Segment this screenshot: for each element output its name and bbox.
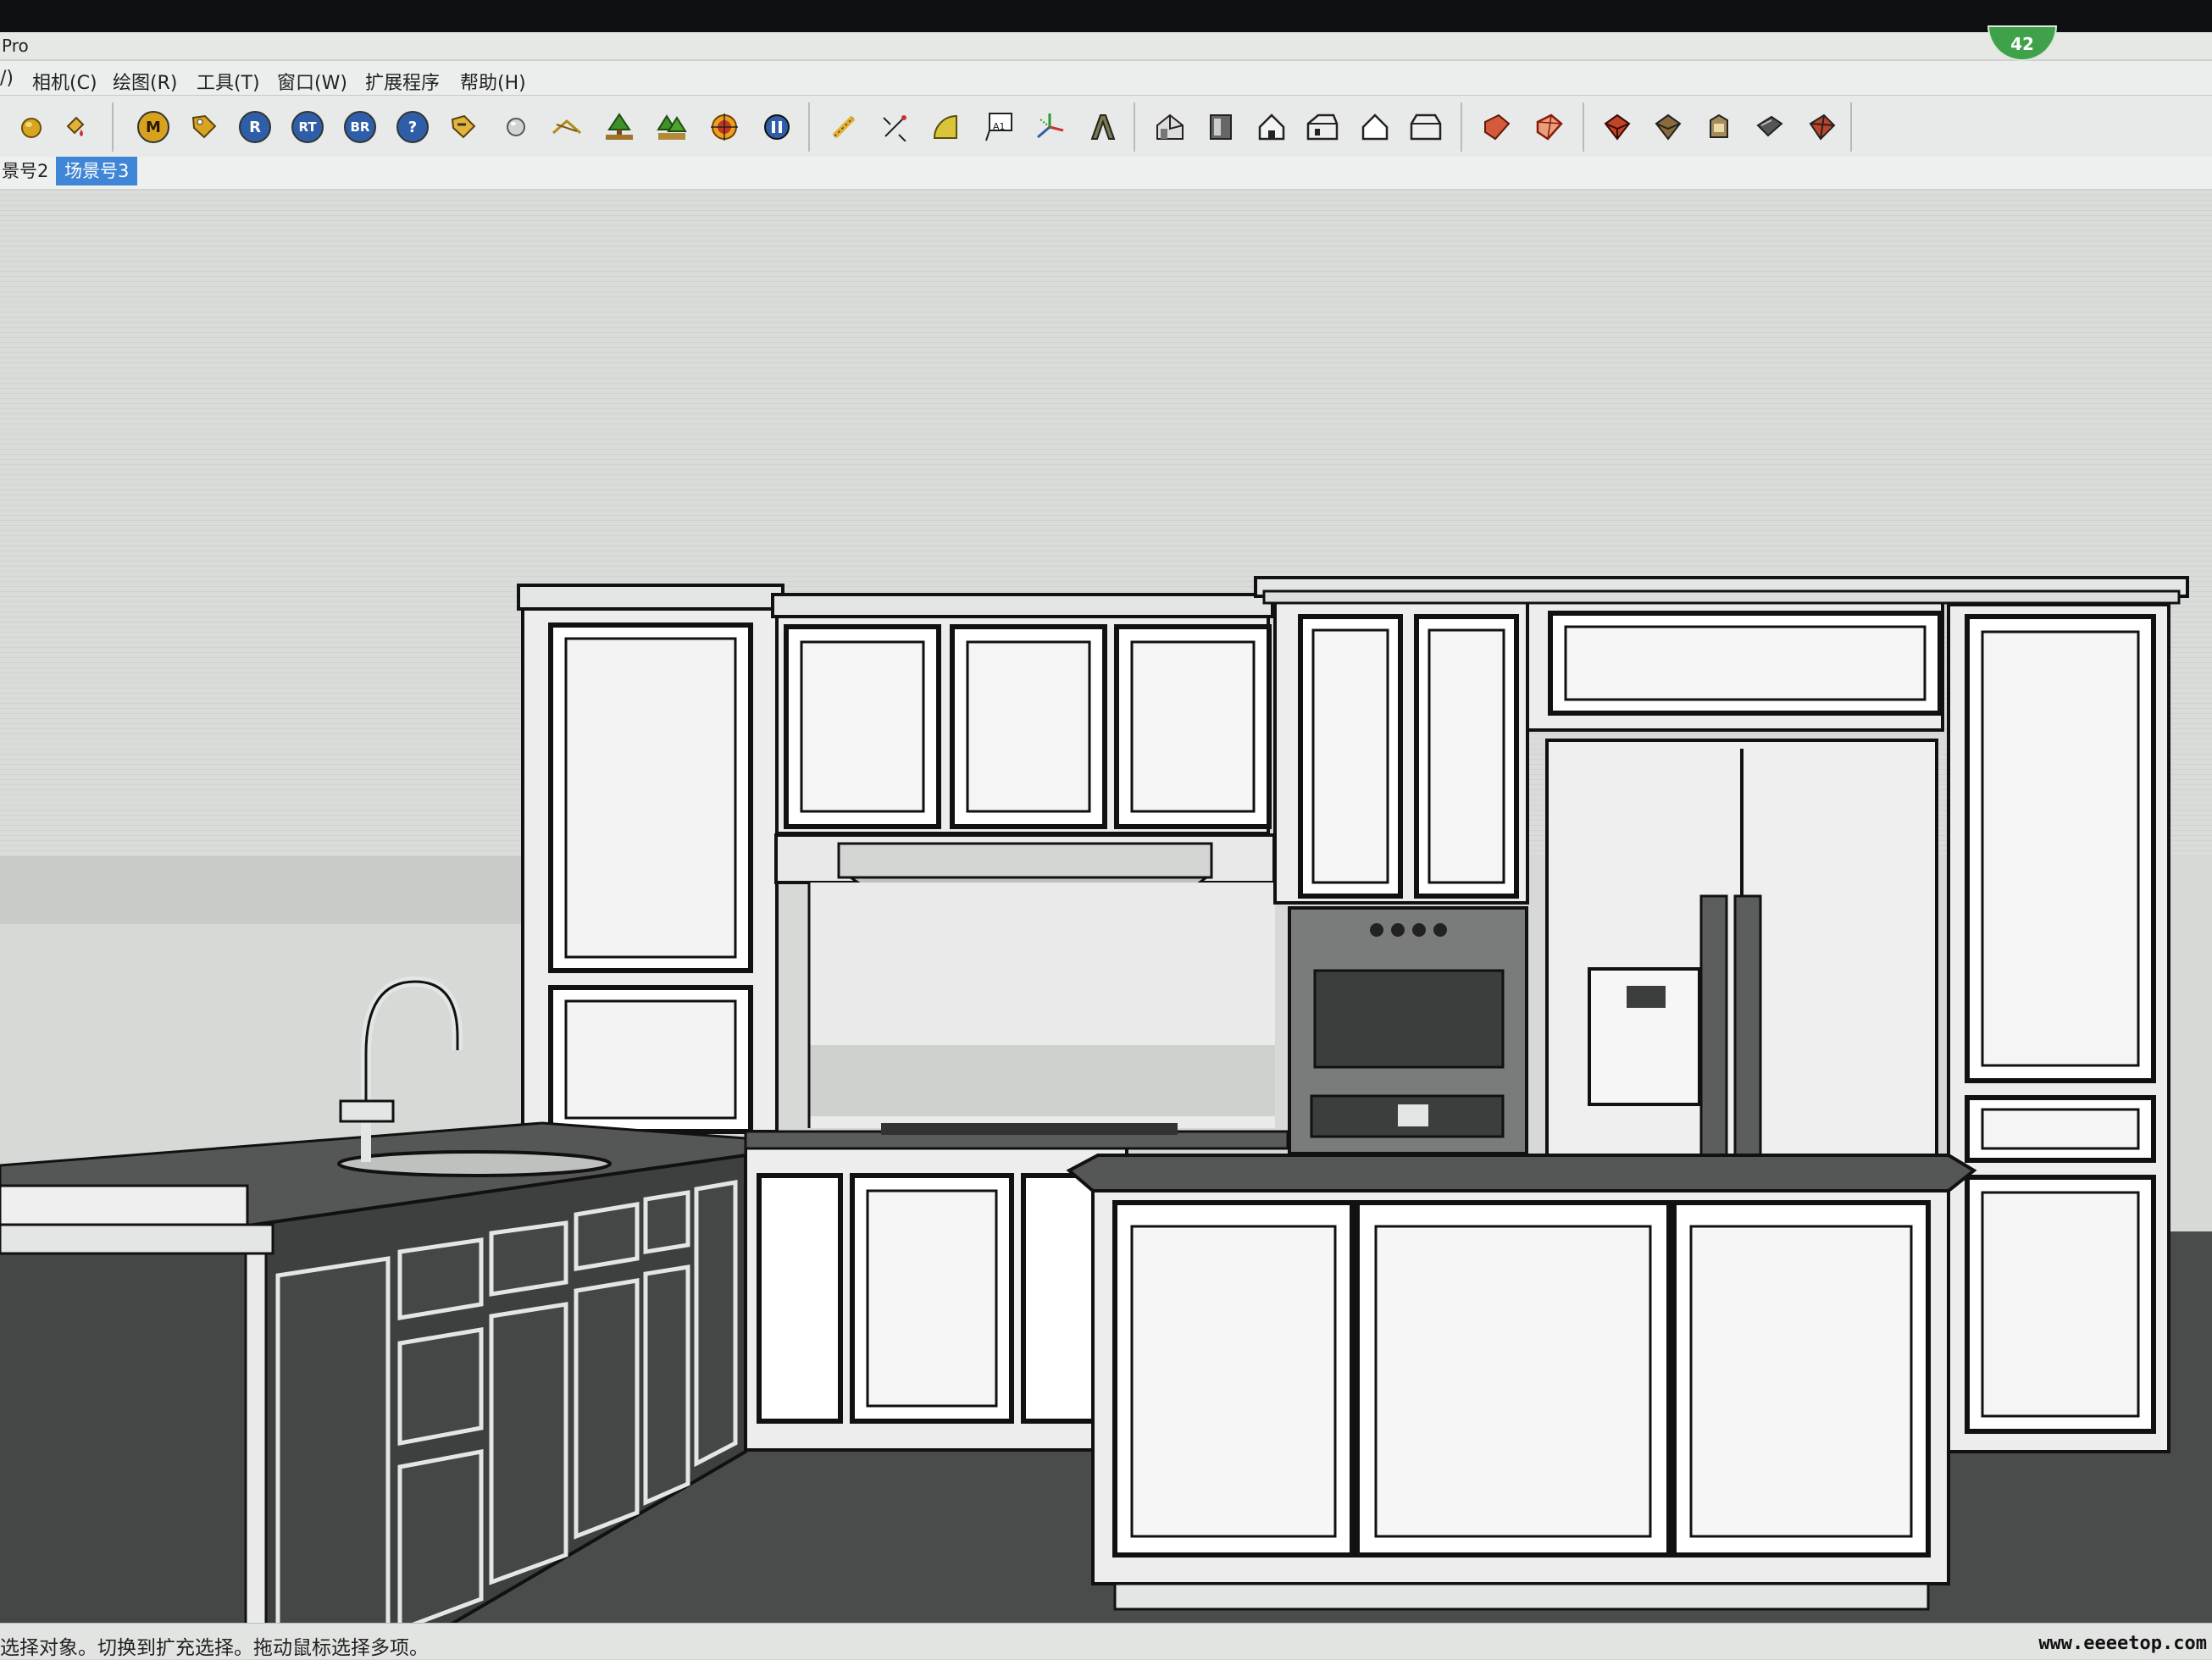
tape-measure-icon[interactable] xyxy=(825,108,864,147)
text-label: A1 xyxy=(993,121,1006,132)
shaded-icon[interactable] xyxy=(1649,108,1688,147)
toolbar-separator xyxy=(808,102,810,152)
tag-edit-icon[interactable] xyxy=(444,108,483,147)
br-plugin-icon[interactable]: BR xyxy=(341,108,380,147)
menu-window[interactable]: 窗口(W) xyxy=(277,68,347,95)
menu-camera[interactable]: 相机(C) xyxy=(32,68,97,95)
window-title: Pro xyxy=(2,36,29,56)
wireframe-icon[interactable] xyxy=(1530,108,1569,147)
menu-tools[interactable]: 工具(T) xyxy=(197,68,260,95)
back-view-icon[interactable] xyxy=(1355,108,1394,147)
left-view-icon[interactable] xyxy=(1406,108,1445,147)
target-icon[interactable] xyxy=(705,108,744,147)
help-icon[interactable]: ? xyxy=(393,108,432,147)
tab-scene-3[interactable]: 场景号3 xyxy=(56,157,138,185)
3d-text-icon[interactable] xyxy=(1083,108,1122,147)
help-label: ? xyxy=(396,111,429,143)
forest-icon[interactable] xyxy=(652,108,691,147)
status-bar: 选择对象。切换到扩充选择。拖动鼠标选择多项。 www.eeeetop.com xyxy=(0,1623,2212,1659)
toolbar-separator xyxy=(1134,102,1135,152)
watermark: www.eeeetop.com xyxy=(2038,1633,2207,1654)
dimension-icon[interactable] xyxy=(876,108,915,147)
toolbar-separator xyxy=(1850,102,1852,152)
sphere-icon[interactable] xyxy=(496,108,535,147)
tree-icon[interactable] xyxy=(600,108,639,147)
top-view-icon[interactable] xyxy=(1201,108,1240,147)
r-plugin-icon[interactable]: R xyxy=(236,108,274,147)
axes-icon[interactable] xyxy=(1030,108,1069,147)
m-plugin-label: M xyxy=(137,111,169,143)
main-toolbar: M R RT BR ? A1 xyxy=(0,96,2212,157)
right-view-icon[interactable] xyxy=(1303,108,1342,147)
monitor-bezel xyxy=(0,0,2212,32)
kitchen-model-drawing xyxy=(0,190,2212,1623)
br-plugin-label: BR xyxy=(344,111,376,143)
menu-draw[interactable]: 绘图(R) xyxy=(113,68,177,95)
tag-plugin-icon[interactable] xyxy=(185,108,224,147)
toolbar-separator xyxy=(1461,102,1462,152)
textured-icon[interactable] xyxy=(1699,108,1738,147)
front-view-icon[interactable] xyxy=(1252,108,1291,147)
m-plugin-icon[interactable]: M xyxy=(134,108,173,147)
paint-bucket-icon[interactable] xyxy=(56,108,95,147)
tab-scene-2[interactable]: 景号2 xyxy=(0,157,57,185)
protractor-icon[interactable] xyxy=(927,108,966,147)
section-icon[interactable] xyxy=(547,108,586,147)
rt-plugin-label: RT xyxy=(291,111,324,143)
model-viewport[interactable] xyxy=(0,190,2212,1623)
title-bar: Pro xyxy=(0,32,2212,59)
status-hint: 选择对象。切换到扩充选择。拖动鼠标选择多项。 xyxy=(0,1637,429,1659)
rt-plugin-icon[interactable]: RT xyxy=(288,108,327,147)
toolbar-separator xyxy=(112,102,114,152)
scene-tab-bar: 景号2 场景号3 xyxy=(0,157,2212,189)
pause-icon[interactable] xyxy=(757,108,796,147)
styles-icon[interactable] xyxy=(1803,108,1842,147)
menu-help[interactable]: 帮助(H) xyxy=(460,68,526,95)
hidden-line-icon[interactable] xyxy=(1598,108,1637,147)
iso-view-icon[interactable] xyxy=(1150,108,1189,147)
toolbar-separator xyxy=(1583,102,1584,152)
orbit-sphere-icon[interactable] xyxy=(12,108,51,147)
menu-extensions[interactable]: 扩展程序 xyxy=(365,68,440,95)
monochrome-icon[interactable] xyxy=(1750,108,1789,147)
text-icon[interactable]: A1 xyxy=(979,108,1018,147)
r-plugin-label: R xyxy=(239,111,271,143)
xray-icon[interactable] xyxy=(1477,108,1516,147)
menu-bar: /) 相机(C) 绘图(R) 工具(T) 窗口(W) 扩展程序 帮助(H) xyxy=(0,61,2212,96)
menu-view[interactable]: /) xyxy=(0,68,14,89)
